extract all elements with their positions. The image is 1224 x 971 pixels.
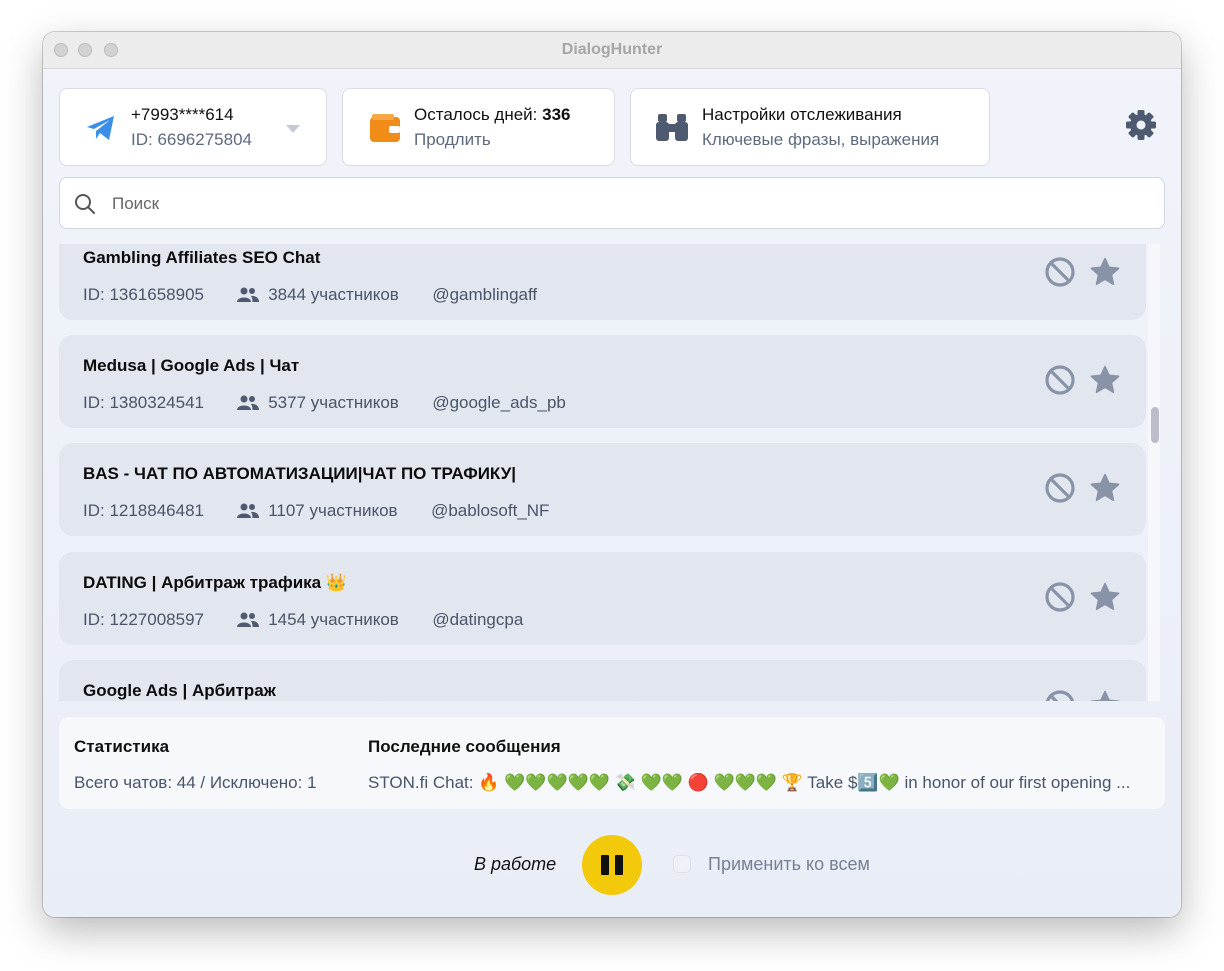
ban-icon[interactable]: [1044, 472, 1076, 504]
users-icon: [237, 503, 260, 518]
star-icon[interactable]: [1090, 582, 1120, 612]
chat-title: Google Ads | Арбитраж: [83, 681, 276, 700]
chat-list-item[interactable]: DATING | Арбитраж трафика 👑 ID: 12270085…: [59, 552, 1146, 645]
account-selector[interactable]: +7993****614 ID: 6696275804: [59, 88, 327, 166]
pause-button[interactable]: [582, 835, 642, 895]
ban-icon[interactable]: [1044, 364, 1076, 396]
tracking-settings-title: Настройки отслеживания: [702, 105, 902, 124]
chat-username: @gamblingaff: [432, 284, 538, 304]
chat-title: Medusa | Google Ads | Чат: [83, 356, 300, 375]
title-bar: DialogHunter: [43, 32, 1181, 69]
chat-meta: ID: 1361658905 3844 участников @gambling…: [83, 284, 537, 305]
star-icon[interactable]: [1090, 690, 1120, 701]
tracking-settings-subtitle: Ключевые фразы, выражения: [702, 130, 940, 149]
search-icon: [75, 194, 95, 214]
last-message: STON.fi Chat: 🔥 💚💚💚💚💚 💸 💚💚 🔴 💚💚💚 🏆 Take …: [368, 773, 1131, 792]
scrollbar-thumb[interactable]: [1151, 407, 1159, 443]
binoculars-icon: [656, 114, 688, 141]
star-icon[interactable]: [1090, 473, 1120, 503]
ban-icon[interactable]: [1044, 256, 1076, 288]
stats-panel: Статистика Всего чатов: 44 / Исключено: …: [59, 717, 1165, 809]
account-phone: +7993****614: [131, 105, 234, 124]
chat-username: @datingcpa: [432, 609, 524, 629]
chat-title: BAS - ЧАТ ПО АВТОМАТИЗАЦИИ|ЧАТ ПО ТРАФИК…: [83, 464, 517, 483]
extend-link[interactable]: Продлить: [414, 130, 491, 150]
stats-title: Статистика: [74, 737, 170, 756]
tracking-settings-card[interactable]: Настройки отслеживания Ключевые фразы, в…: [630, 88, 990, 166]
apply-all-label[interactable]: Применить ко всем: [708, 854, 870, 875]
status-text: В работе: [474, 854, 557, 874]
chat-members: 1107 участников: [268, 500, 398, 520]
chat-id: ID: 1380324541: [83, 392, 204, 412]
days-left-value: 336: [542, 105, 571, 124]
gear-icon[interactable]: [1124, 108, 1158, 142]
apply-all-checkbox[interactable]: [673, 855, 691, 873]
search-bar: [59, 177, 1165, 229]
chat-list: Gambling Affiliates SEO Chat ID: 1361658…: [43, 244, 1181, 701]
chat-list-item[interactable]: BAS - ЧАТ ПО АВТОМАТИЗАЦИИ|ЧАТ ПО ТРАФИК…: [59, 443, 1146, 536]
chat-meta: ID: 1227008597 1454 участников @datingcp…: [83, 609, 523, 630]
app-window: DialogHunter +7993****614 ID: 6696275804…: [43, 32, 1181, 917]
users-icon: [237, 395, 260, 410]
chat-members: 5377 участников: [268, 392, 399, 412]
stats-summary: Всего чатов: 44 / Исключено: 1: [74, 773, 317, 792]
chat-id: ID: 1361658905: [83, 284, 204, 304]
chat-members: 3844 участников: [268, 284, 399, 304]
chevron-down-icon[interactable]: [285, 124, 301, 134]
users-icon: [237, 612, 260, 627]
chat-members: 1454 участников: [268, 609, 399, 629]
days-left-label: Осталось дней:: [414, 105, 543, 124]
users-icon: [237, 287, 260, 302]
subscription-card[interactable]: Осталось дней: 336 Продлить: [342, 88, 615, 166]
pause-icon: [615, 855, 623, 875]
chat-list-item[interactable]: Medusa | Google Ads | Чат ID: 1380324541…: [59, 335, 1146, 428]
chat-title: DATING | Арбитраж трафика 👑: [83, 573, 347, 592]
ban-icon[interactable]: [1044, 581, 1076, 613]
pause-icon: [601, 855, 609, 875]
chat-id: ID: 1227008597: [83, 609, 204, 629]
account-id: ID: 6696275804: [131, 130, 252, 149]
search-input[interactable]: [110, 190, 1114, 218]
star-icon[interactable]: [1090, 257, 1120, 287]
chat-meta: ID: 1218846481 1107 участников @bablosof…: [83, 500, 549, 521]
chat-id: ID: 1218846481: [83, 500, 204, 520]
chat-list-item[interactable]: Gambling Affiliates SEO Chat ID: 1361658…: [59, 244, 1146, 320]
messages-title: Последние сообщения: [368, 737, 561, 756]
chat-title: Gambling Affiliates SEO Chat: [83, 248, 321, 267]
chat-meta: ID: 1380324541 5377 участников @google_a…: [83, 392, 566, 413]
window-title: DialogHunter: [561, 41, 663, 58]
chat-username: @google_ads_pb: [432, 392, 566, 412]
wallet-icon: [370, 114, 400, 142]
ban-icon[interactable]: [1044, 689, 1076, 701]
chat-username: @bablosoft_NF: [431, 500, 550, 520]
star-icon[interactable]: [1090, 365, 1120, 395]
telegram-icon: [87, 116, 114, 140]
scrollbar-track[interactable]: [1148, 244, 1160, 701]
chat-list-item[interactable]: Google Ads | Арбитраж: [59, 660, 1146, 701]
